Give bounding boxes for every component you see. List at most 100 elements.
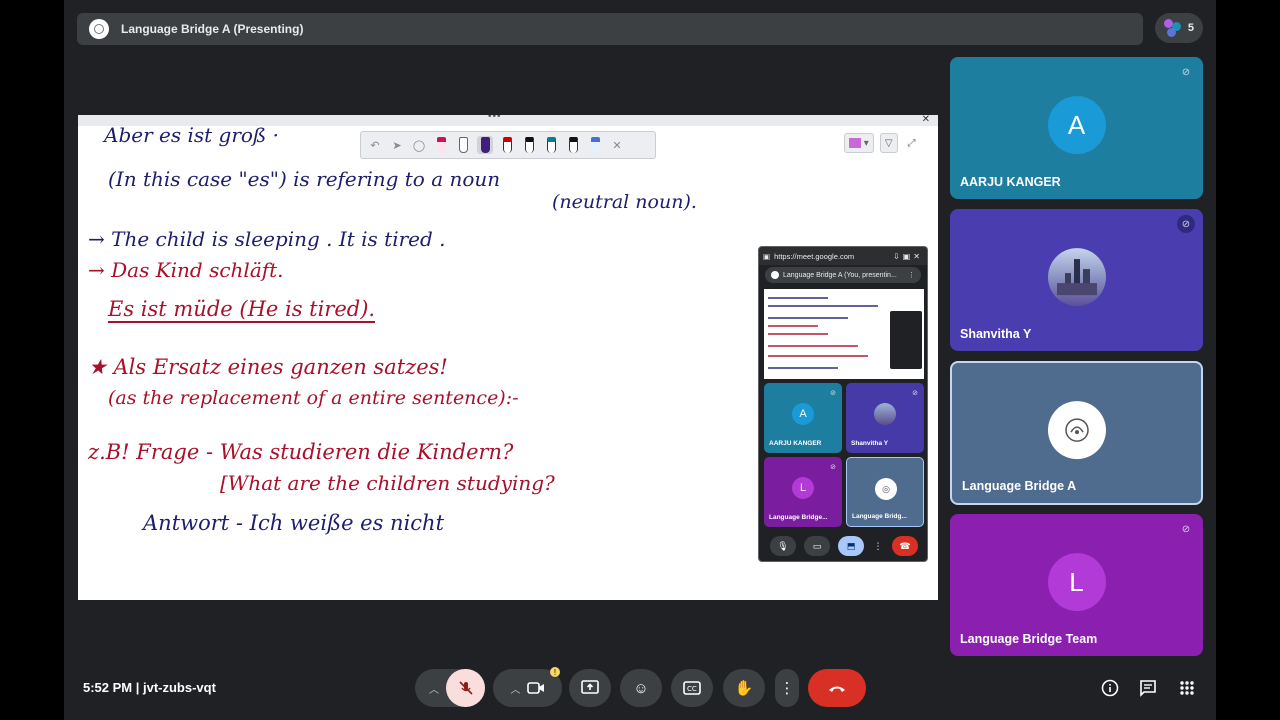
participant-avatar: A bbox=[1047, 96, 1106, 155]
mic-off-icon: ⊘ bbox=[912, 390, 918, 397]
slide-line-6: Es ist müde (He is tired). bbox=[108, 297, 376, 323]
slide-line-10: [What are the children studying? bbox=[220, 471, 555, 495]
presentation-bar: Language Bridge A (Presenting) bbox=[77, 13, 1143, 45]
meeting-logo-icon bbox=[89, 19, 109, 39]
participant-count: 5 bbox=[1187, 22, 1195, 34]
mini-controls: 🎙 ▭ ⬒ ⋮ ☎ bbox=[759, 531, 927, 561]
mini-tab[interactable]: Language Bridge A (You, presentin... ⋮ bbox=[765, 267, 921, 283]
participant-tile-shanvitha[interactable]: ⊘ Shanvitha Y bbox=[950, 209, 1203, 351]
mic-off-icon: ⊘ bbox=[1181, 523, 1191, 535]
logo-avatar-icon: ◎ bbox=[875, 478, 897, 500]
present-button[interactable] bbox=[569, 669, 611, 707]
mini-url: https://meet.google.com bbox=[774, 251, 855, 261]
city-avatar-icon bbox=[874, 403, 896, 425]
mic-off-icon: ⊘ bbox=[1181, 66, 1191, 78]
pen-black-icon[interactable] bbox=[521, 136, 537, 154]
undo-icon[interactable]: ↶ bbox=[367, 136, 383, 154]
slide-line-3: (neutral noun). bbox=[552, 191, 697, 213]
meeting-time-code: 5:52 PM | jvt-zubs-vqt bbox=[83, 680, 216, 695]
close-toolbar-icon[interactable]: ✕ bbox=[609, 136, 625, 154]
emoji-button[interactable]: ☺ bbox=[620, 669, 662, 707]
participant-name: Language Bridge A bbox=[962, 479, 1077, 493]
lasso-icon[interactable]: ◯ bbox=[411, 136, 427, 154]
mini-more-icon[interactable]: ⋮ bbox=[908, 271, 915, 279]
video-options-chevron-icon[interactable]: ︿ bbox=[511, 681, 521, 696]
activities-button[interactable] bbox=[1175, 676, 1199, 700]
raise-hand-button[interactable]: ✋ bbox=[723, 669, 765, 707]
mini-url-bar: ▣ https://meet.google.com ⇩▣✕ bbox=[759, 247, 927, 265]
language-bridge-logo-icon bbox=[1047, 401, 1106, 460]
pen-menu-button[interactable]: ▽ bbox=[879, 133, 898, 153]
mini-tile-name: Language Bridge... bbox=[769, 514, 828, 521]
activities-icon bbox=[1180, 681, 1194, 695]
slide-line-1: Aber es ist groß · bbox=[104, 123, 279, 147]
participant-tile-bridge-a[interactable]: Language Bridge A bbox=[950, 361, 1203, 505]
pen-toolbar: ↶ ➤ ◯ ✕ bbox=[360, 131, 656, 159]
end-call-icon bbox=[829, 686, 845, 692]
close-icon[interactable]: ✕ bbox=[922, 115, 930, 125]
slide-line-2: (In this case "es") is refering to a nou… bbox=[108, 167, 501, 191]
more-icon: ⋮ bbox=[779, 680, 795, 697]
camera-button[interactable]: ︿ ! bbox=[493, 667, 562, 707]
pointer-icon[interactable]: ➤ bbox=[389, 136, 405, 154]
slide-line-9: z.B! Frage - Was studieren die Kindern? bbox=[88, 440, 514, 464]
mini-present-icon[interactable]: ⬒ bbox=[838, 536, 864, 556]
meet-favicon-icon bbox=[771, 271, 779, 279]
mini-camera-icon[interactable]: ▭ bbox=[804, 536, 830, 556]
mic-off-icon: ⊘ bbox=[830, 464, 836, 471]
present-icon bbox=[581, 680, 599, 694]
mini-tile-team: L ⊘ Language Bridge... bbox=[764, 457, 842, 527]
audio-options-chevron-icon[interactable]: ︿ bbox=[429, 681, 439, 696]
participant-tile-team[interactable]: ⊘ L Language Bridge Team bbox=[950, 514, 1203, 656]
end-call-button[interactable] bbox=[808, 669, 866, 707]
mic-off-icon: ⊘ bbox=[830, 390, 836, 397]
slide-line-11: Antwort - Ich weiße es nicht bbox=[143, 511, 445, 535]
mini-end-call-icon[interactable]: ☎ bbox=[892, 536, 918, 556]
highlighter-pink-icon[interactable] bbox=[433, 136, 449, 154]
mini-tile-name: AARJU KANGER bbox=[769, 440, 822, 447]
camera-icon bbox=[526, 682, 544, 694]
mini-tile-name: Shanvitha Y bbox=[851, 440, 889, 447]
pen-dark-icon[interactable] bbox=[565, 136, 581, 154]
slide-line-8: (as the replacement of a entire sentence… bbox=[108, 387, 519, 409]
chat-icon bbox=[1140, 680, 1156, 697]
mic-off-button[interactable] bbox=[446, 669, 485, 707]
city-avatar-icon bbox=[1047, 248, 1106, 307]
people-avatars-icon bbox=[1163, 19, 1182, 37]
captions-button[interactable]: CC bbox=[671, 669, 713, 707]
chat-button[interactable] bbox=[1136, 676, 1160, 700]
mic-off-icon bbox=[458, 681, 473, 695]
window-controls[interactable]: ⇩▣✕ bbox=[893, 252, 923, 261]
pen-red-icon[interactable] bbox=[499, 136, 515, 154]
emoji-icon: ☺ bbox=[633, 679, 649, 697]
expand-icon[interactable]: ⤢ bbox=[904, 133, 920, 153]
slide-line-7: ★ Als Ersatz eines ganzen satzes! bbox=[88, 355, 448, 379]
pen-white-icon[interactable] bbox=[455, 136, 471, 154]
participant-avatar: L bbox=[1047, 553, 1106, 612]
drag-handle-icon[interactable]: ••• bbox=[488, 115, 502, 122]
mini-mic-icon[interactable]: 🎙 bbox=[770, 536, 796, 556]
warning-badge-icon: ! bbox=[550, 667, 560, 677]
mini-slide-thumbnail bbox=[764, 289, 924, 379]
slide-line-5: → Das Kind schläft. bbox=[88, 258, 284, 282]
mini-meet-window[interactable]: ▣ https://meet.google.com ⇩▣✕ Language B… bbox=[758, 246, 928, 562]
meeting-info-button[interactable] bbox=[1098, 676, 1122, 700]
participants-button[interactable]: 5 bbox=[1155, 13, 1203, 43]
slide-line-4: → The child is sleeping . It is tired . bbox=[88, 227, 446, 251]
pen-light-icon[interactable] bbox=[587, 136, 603, 154]
view-tools: ▾ ▽ ⤢ bbox=[844, 133, 920, 153]
page-icon: ▣ bbox=[763, 251, 771, 261]
mini-avatar: A bbox=[792, 403, 814, 425]
presentation-title: Language Bridge A (Presenting) bbox=[121, 22, 304, 36]
more-options-button[interactable]: ⋮ bbox=[775, 669, 799, 707]
page-color-button[interactable]: ▾ bbox=[844, 133, 874, 153]
mic-off-icon: ⊘ bbox=[1177, 215, 1195, 233]
participant-name: AARJU KANGER bbox=[960, 175, 1061, 189]
pen-teal-icon[interactable] bbox=[543, 136, 559, 154]
mini-more-icon[interactable]: ⋮ bbox=[872, 536, 884, 556]
svg-text:CC: CC bbox=[687, 685, 697, 693]
pen-purple-icon[interactable] bbox=[477, 136, 493, 154]
participant-tile-aarju[interactable]: ⊘ A AARJU KANGER bbox=[950, 57, 1203, 199]
captions-icon: CC bbox=[683, 681, 701, 695]
mini-avatar: L bbox=[792, 477, 814, 499]
